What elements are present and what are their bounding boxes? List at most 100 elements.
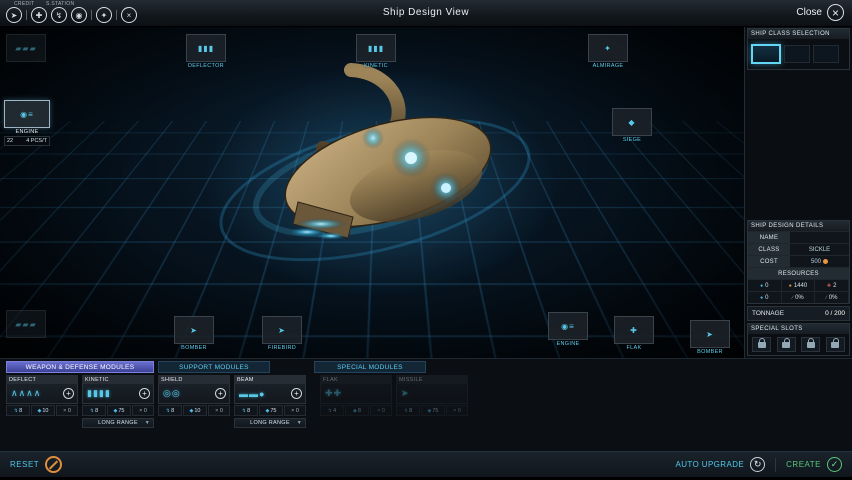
strategic-resource-icon: ✚ (827, 283, 831, 289)
weight-icon: ◆ (38, 408, 42, 414)
module-slot-siege[interactable]: ◆ SIEGE (612, 108, 652, 143)
energy-icon: ↯ (166, 408, 170, 414)
ship-class-thumbnail[interactable] (784, 45, 810, 63)
lock-icon (782, 342, 790, 348)
module-card-title: SHIELD (161, 377, 183, 383)
chevron-down-icon: ▼ (297, 420, 302, 426)
almirage-slot-icon: ✦ (604, 44, 612, 53)
special-group: FLAK ✚✚ ↯4 ◆8 × 0 MISSILE ➤ (320, 375, 468, 428)
resource-cell: ✚2 (815, 279, 849, 291)
ship-viewport[interactable]: ▰▰▰ ▮▮▮ DEFLECTOR ▮▮▮ KINETIC ✦ ALMIRAGE… (0, 26, 744, 358)
create-check-icon[interactable]: ✓ (827, 457, 842, 472)
reset-button[interactable]: RESET (10, 460, 39, 469)
weight-stat: ◆75 (107, 405, 131, 416)
range-dropdown[interactable]: LONG RANGE ▼ (82, 418, 154, 428)
close-button[interactable]: Close × (796, 4, 844, 21)
module-slot-almirage[interactable]: ✦ ALMIRAGE (588, 34, 628, 69)
module-slot-deflector[interactable]: ▮▮▮ DEFLECTOR (186, 34, 226, 69)
kinetic-module-icon: ▮▮▮▮ (87, 388, 111, 399)
shield-module-icon: ◎◎ (163, 388, 181, 399)
module-card-title: BEAM (237, 377, 254, 383)
add-module-button[interactable]: + (139, 388, 150, 399)
module-slot-bomber[interactable]: ➤ BOMBER (174, 316, 214, 351)
tonnage-label: TONNAGE (752, 310, 784, 317)
tab-support-modules[interactable]: SUPPORT MODULES (158, 361, 270, 373)
module-slot[interactable]: ▰▰▰ (6, 34, 46, 69)
special-slot-locked[interactable] (826, 337, 845, 352)
module-card-kinetic[interactable]: KINETIC ▮▮▮▮ + ↯8 ◆75 × 0 (82, 375, 154, 416)
industry-icon (823, 259, 828, 264)
deflector-slot-icon: ▮▮▮ (198, 44, 214, 53)
name-value[interactable] (790, 232, 849, 243)
module-panel: WEAPON & DEFENSE MODULES SUPPORT MODULES… (0, 358, 852, 480)
industry-icon: ● (789, 283, 792, 289)
add-module-button[interactable]: + (215, 388, 226, 399)
percent-icon: ∕ (826, 295, 827, 301)
tab-weapon-defense-modules[interactable]: WEAPON & DEFENSE MODULES (6, 361, 154, 373)
special-slots-title: SPECIAL SLOTS (748, 324, 849, 334)
weight-icon: ◆ (428, 408, 432, 414)
deflector-module-icon: ∧∧∧∧ (11, 388, 41, 399)
cost-value: 500 (790, 256, 849, 267)
module-card-flak: FLAK ✚✚ ↯4 ◆8 × 0 (320, 375, 392, 416)
weight-icon: ◆ (190, 408, 194, 414)
close-icon[interactable]: × (827, 4, 844, 21)
module-slot-kinetic[interactable]: ▮▮▮ KINETIC (356, 34, 396, 69)
top-bar: CREDIT S.STATION ➤ ✚ ↯ ◉ ✦ × Ship Design… (0, 0, 852, 27)
weight-icon: ◆ (114, 408, 118, 414)
tab-special-modules[interactable]: SPECIAL MODULES (314, 361, 426, 373)
ship-class-selection: SHIP CLASS SELECTION (747, 28, 850, 70)
resource-cell: ∕0% (782, 291, 816, 303)
module-card-beam[interactable]: BEAM ▬▬● + ↯8 ◆75 × 0 (234, 375, 306, 416)
engine-slot-stats: 22 4 PCS/T (4, 136, 50, 146)
energy-icon: ↯ (404, 408, 408, 414)
module-card-title: KINETIC (85, 377, 109, 383)
energy-icon: ↯ (328, 408, 332, 414)
auto-upgrade-button[interactable]: AUTO UPGRADE (675, 460, 744, 469)
module-card-shield[interactable]: SHIELD ◎◎ + ↯8 ◆10 × 0 (158, 375, 230, 416)
detail-row-name: NAME (748, 231, 849, 243)
weight-icon: ◆ (266, 408, 270, 414)
prohibition-icon[interactable] (45, 456, 62, 473)
module-slot-engine[interactable]: ◉≡ ENGINE (548, 312, 588, 347)
energy-stat: ↯8 (396, 405, 420, 416)
action-bar: RESET AUTO UPGRADE ↻ CREATE ✓ (0, 451, 852, 477)
energy-stat: ↯8 (234, 405, 258, 416)
panel-spacer (747, 72, 850, 220)
module-card-title: DEFLECT (9, 377, 36, 383)
close-label: Close (796, 7, 822, 18)
add-module-button[interactable]: + (291, 388, 302, 399)
ship-model[interactable] (203, 52, 553, 292)
module-card-deflect[interactable]: DEFLECT ∧∧∧∧ + ↯8 ◆10 × 0 (6, 375, 78, 416)
range-dropdown[interactable]: LONG RANGE ▼ (234, 418, 306, 428)
weight-stat: ◆10 (31, 405, 55, 416)
right-panel: SHIP CLASS SELECTION SHIP DESIGN DETAILS… (744, 26, 852, 358)
tonnage-value: 0 / 200 (825, 310, 845, 317)
flak-module-icon: ✚✚ (325, 388, 342, 399)
special-slot-locked[interactable] (752, 337, 771, 352)
module-slot-bomber[interactable]: ➤ BOMBER (690, 320, 730, 355)
weight-stat: ◆75 (259, 405, 283, 416)
lock-icon (758, 342, 766, 348)
lock-icon (831, 342, 839, 348)
class-value: SICKLE (790, 244, 849, 255)
dust-icon: ● (760, 295, 763, 301)
module-slot[interactable]: ▰▰▰ (6, 310, 46, 345)
siege-slot-icon: ◆ (628, 118, 635, 127)
special-slot-locked[interactable] (801, 337, 820, 352)
module-slot-engine-selected[interactable]: ◉≡ ENGINE 22 4 PCS/T (4, 100, 50, 146)
add-module-button[interactable]: + (63, 388, 74, 399)
module-slot-flak[interactable]: ✚ FLAK (614, 316, 654, 351)
energy-icon: ↯ (90, 408, 94, 414)
auto-upgrade-icon[interactable]: ↻ (750, 457, 765, 472)
module-slot-firebird[interactable]: ➤ FIREBIRD (262, 316, 302, 351)
dust-icon: ● (760, 283, 763, 289)
ship-class-thumbnail[interactable] (813, 45, 839, 63)
resources-header: RESOURCES (748, 267, 849, 279)
ship-class-thumbnail-selected[interactable] (751, 44, 781, 64)
ship-design-details-title: SHIP DESIGN DETAILS (748, 221, 849, 231)
module-count: × 0 (208, 405, 230, 416)
create-button[interactable]: CREATE (786, 460, 821, 469)
special-slot-locked[interactable] (777, 337, 796, 352)
flak-slot-icon: ✚ (630, 326, 638, 335)
